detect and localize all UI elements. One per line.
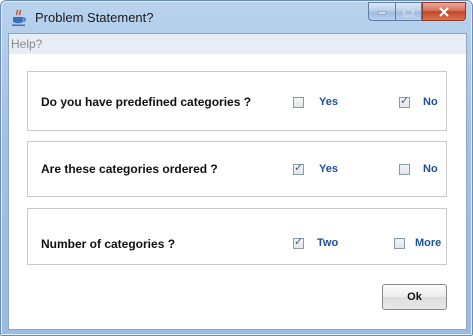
java-cup-icon [12,9,26,26]
option-label-more: More [415,237,442,249]
minimize-icon [377,11,387,14]
option-label-yes: Yes [319,96,338,108]
checkbox-count-two[interactable]: ✓ [293,236,304,249]
question-label: Number of categories ? [41,237,176,251]
title-bar[interactable]: Problem Statement? [1,1,472,33]
checkmark-icon: ✓ [400,95,410,107]
checkbox-ordered-no[interactable] [399,164,410,175]
question-panel-ordered: Are these categories ordered ? ✓ Yes No [27,141,447,197]
option-label-no: No [423,163,438,175]
app-window: Problem Statement? Help? Do you have pre… [0,0,473,336]
maximize-icon [403,6,414,17]
option-label-two: Two [317,237,339,249]
option-label-yes: Yes [319,163,338,175]
ok-button[interactable]: Ok [382,284,447,310]
checkbox-predefined-no[interactable]: ✓ [399,95,410,108]
close-icon [439,6,449,17]
checkbox-ordered-yes[interactable]: ✓ [293,162,304,175]
option-label-no: No [423,96,438,108]
question-label: Are these categories ordered ? [41,162,218,176]
question-panel-count: Number of categories ? ✓ Two More [27,208,447,265]
close-button[interactable] [422,2,466,21]
maximize-button[interactable] [395,2,422,21]
menu-help[interactable]: Help? [11,37,42,51]
minimize-button[interactable] [368,2,395,21]
window-title: Problem Statement? [35,10,154,25]
checkbox-predefined-yes[interactable] [293,97,304,108]
question-label: Do you have predefined categories ? [41,95,252,109]
checkmark-icon: ✓ [294,162,304,174]
question-panel-predefined: Do you have predefined categories ? Yes … [27,71,447,131]
menu-bar: Help? [9,34,466,54]
dialog-content: Help? Do you have predefined categories … [8,33,467,330]
checkmark-icon: ✓ [294,236,304,248]
window-controls [368,2,466,22]
checkbox-count-more[interactable] [394,238,405,249]
